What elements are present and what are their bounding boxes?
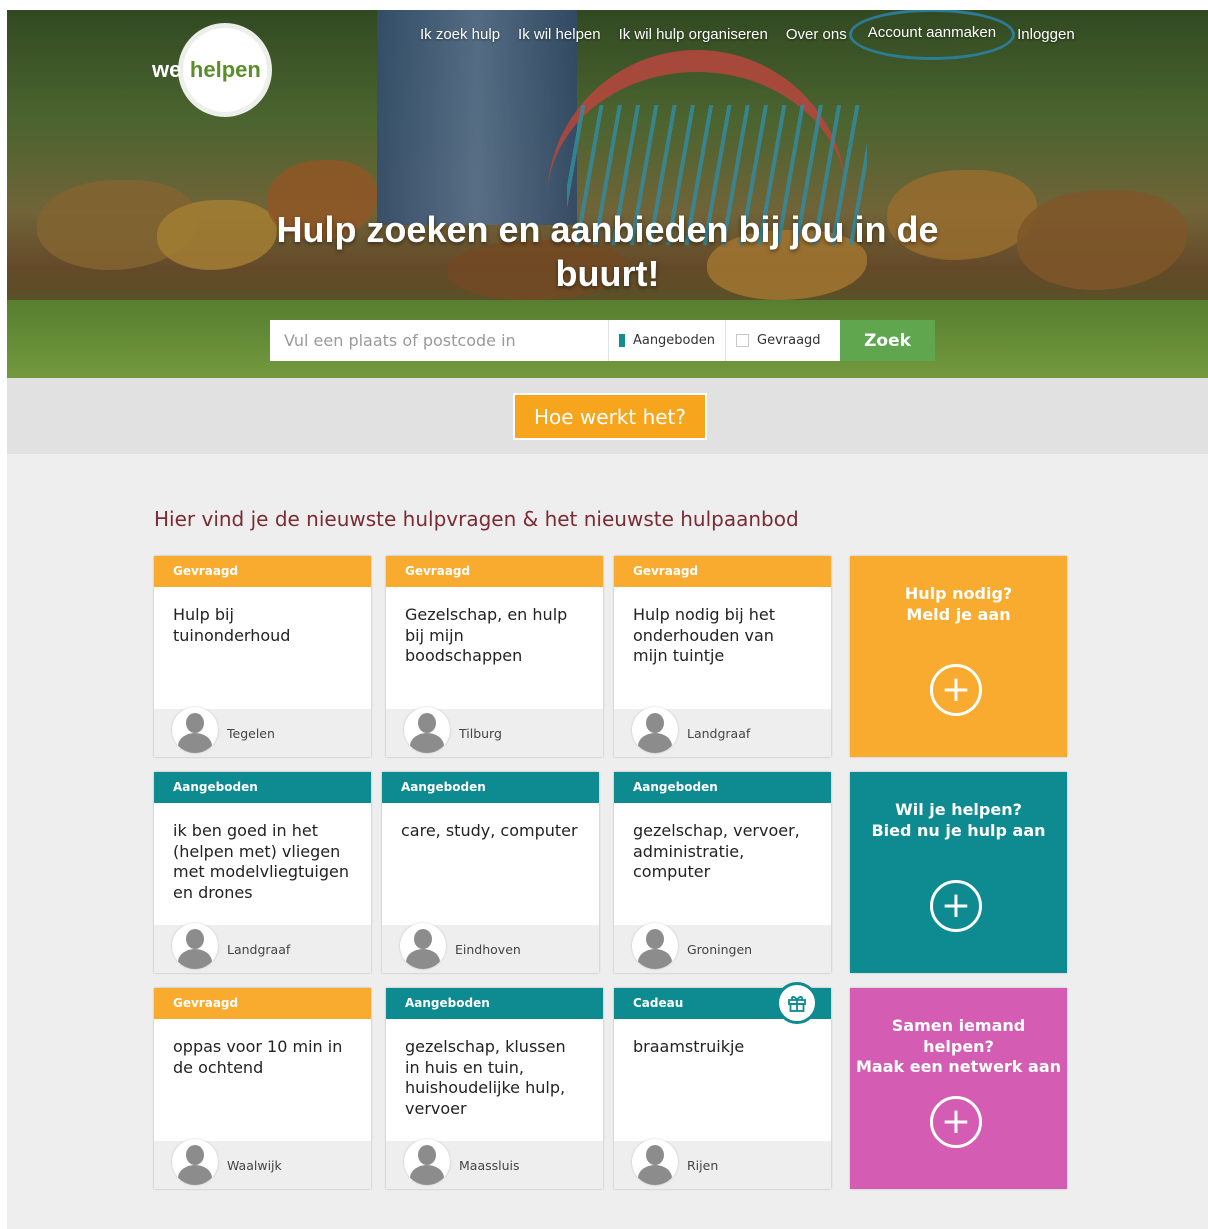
card-city: Rijen — [687, 1158, 719, 1173]
logo[interactable]: we helpen — [152, 28, 268, 112]
cta-line2: helpen? — [923, 1036, 994, 1056]
hero-banner: we helpen Ik zoek hulp Ik wil helpen Ik … — [7, 10, 1208, 378]
user-silhouette-icon — [400, 923, 446, 969]
gift-icon — [776, 982, 818, 1024]
cta-line1: Hulp nodig? — [904, 584, 1013, 603]
card-type-badge: Aangeboden — [382, 772, 599, 803]
help-card[interactable]: Gevraagd oppas voor 10 min in de ochtend… — [154, 988, 371, 1189]
cta-line1: Wil je helpen? — [895, 800, 1022, 819]
nav-over-ons[interactable]: Over ons — [777, 24, 856, 45]
user-silhouette-icon — [632, 707, 678, 753]
aangeboden-checkbox[interactable] — [619, 334, 625, 347]
card-type-badge: Gevraagd — [614, 556, 831, 587]
plus-circle-icon[interactable]: + — [930, 1096, 982, 1148]
help-card[interactable]: Aangeboden gezelschap, klussen in huis e… — [386, 988, 603, 1189]
filter-gevraagd[interactable]: Gevraagd — [725, 320, 840, 361]
card-title: braamstruikje — [633, 1037, 745, 1056]
cta-line2: Meld je aan — [906, 604, 1011, 624]
user-silhouette-icon — [172, 923, 218, 969]
logo-helpen-text: helpen — [189, 57, 261, 82]
cta-create-network[interactable]: Samen iemand helpen? Maak een netwerk aa… — [850, 988, 1067, 1189]
search-bar: Aangeboden Gevraagd Zoek — [270, 320, 935, 361]
plus-circle-icon[interactable]: + — [930, 880, 982, 932]
card-city: Waalwijk — [227, 1158, 282, 1173]
card-title: Gezelschap, en hulp bij mijn boodschappe… — [405, 605, 568, 665]
card-type-badge: Aangeboden — [614, 772, 831, 803]
card-type-badge: Gevraagd — [154, 988, 371, 1019]
hero-title-line2: buurt! — [555, 253, 660, 294]
help-card[interactable]: Gevraagd Gezelschap, en hulp bij mijn bo… — [386, 556, 603, 757]
card-city: Groningen — [687, 942, 753, 957]
user-silhouette-icon — [172, 707, 218, 753]
nav-ik-wil-helpen[interactable]: Ik wil helpen — [509, 24, 610, 45]
card-type-badge: Gevraagd — [386, 556, 603, 587]
cta-request-help[interactable]: Hulp nodig? Meld je aan + — [850, 556, 1067, 757]
main-nav: Ik zoek hulp Ik wil helpen Ik wil hulp o… — [411, 10, 1084, 60]
card-city: Landgraaf — [227, 942, 291, 957]
nav-inloggen[interactable]: Inloggen — [1008, 24, 1084, 45]
hero-title: Hulp zoeken en aanbieden bij jou in de b… — [7, 208, 1208, 296]
page: we helpen Ik zoek hulp Ik wil helpen Ik … — [7, 10, 1208, 1229]
user-silhouette-icon — [404, 707, 450, 753]
card-title: care, study, computer — [401, 821, 578, 840]
card-title: oppas voor 10 min in de ochtend — [173, 1037, 343, 1077]
help-card[interactable]: Aangeboden ik ben goed in het (helpen me… — [154, 772, 371, 973]
hero-title-line1: Hulp zoeken en aanbieden bij jou in de — [276, 209, 939, 250]
card-city: Tilburg — [459, 726, 502, 741]
card-city: Maassluis — [459, 1158, 520, 1173]
card-city: Eindhoven — [455, 942, 521, 957]
card-title: gezelschap, klussen in huis en tuin, hui… — [405, 1037, 566, 1118]
help-card[interactable]: Aangeboden care, study, computer Eindhov… — [382, 772, 599, 973]
cta-offer-help[interactable]: Wil je helpen? Bied nu je hulp aan + — [850, 772, 1067, 973]
gevraagd-checkbox[interactable] — [736, 334, 749, 347]
filter-gevraagd-label: Gevraagd — [757, 333, 821, 348]
user-silhouette-icon — [404, 1139, 450, 1185]
card-title: gezelschap, vervoer, administratie, comp… — [633, 821, 800, 881]
card-title: Hulp bij tuinonderhoud — [173, 605, 291, 645]
nav-account-aanmaken[interactable]: Account aanmaken — [848, 10, 1016, 60]
section-title: Hier vind je de nieuwste hulpvragen & he… — [154, 507, 799, 531]
help-card[interactable]: Gevraagd Hulp nodig bij het onderhouden … — [614, 556, 831, 757]
cta-line2: Bied nu je hulp aan — [871, 820, 1046, 840]
help-card[interactable]: Cadeau braamstruikje Rijen — [614, 982, 831, 1189]
logo-badge: helpen — [183, 28, 268, 112]
nav-ik-wil-hulp-organiseren[interactable]: Ik wil hulp organiseren — [610, 24, 777, 45]
logo-we-text: we — [152, 57, 182, 82]
help-card[interactable]: Gevraagd Hulp bij tuinonderhoud Tegelen — [154, 556, 371, 757]
user-silhouette-icon — [172, 1139, 218, 1185]
search-button[interactable]: Zoek — [840, 320, 935, 361]
how-it-works-bar: Hoe werkt het? — [7, 378, 1208, 454]
card-title: ik ben goed in het (helpen met) vliegen … — [173, 821, 349, 902]
filter-aangeboden[interactable]: Aangeboden — [608, 320, 725, 361]
card-type-badge: Gevraagd — [154, 556, 371, 587]
location-search-input[interactable] — [270, 320, 608, 361]
user-silhouette-icon — [632, 923, 678, 969]
filter-aangeboden-label: Aangeboden — [632, 333, 715, 348]
cta-line1: Samen iemand — [891, 1016, 1026, 1035]
cta-line3: Maak een netwerk aan — [856, 1057, 1061, 1076]
help-card[interactable]: Aangeboden gezelschap, vervoer, administ… — [614, 772, 831, 973]
card-city: Landgraaf — [687, 726, 751, 741]
card-city: Tegelen — [227, 726, 275, 741]
card-title: Hulp nodig bij het onderhouden van mijn … — [633, 605, 776, 665]
user-silhouette-icon — [632, 1139, 678, 1185]
plus-circle-icon[interactable]: + — [930, 664, 982, 716]
nav-ik-zoek-hulp[interactable]: Ik zoek hulp — [411, 24, 509, 45]
card-type-badge: Aangeboden — [386, 988, 603, 1019]
card-type-badge: Aangeboden — [154, 772, 371, 803]
how-it-works-button[interactable]: Hoe werkt het? — [513, 393, 707, 440]
